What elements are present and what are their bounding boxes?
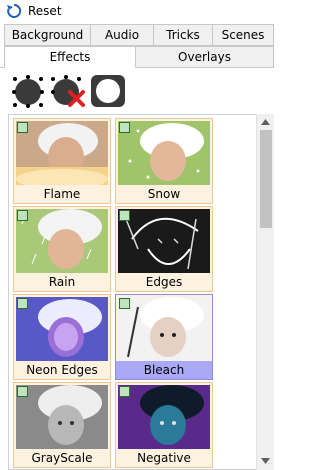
tab-background[interactable]: Background <box>4 24 91 46</box>
tab-effects[interactable]: Effects <box>4 46 136 68</box>
effect-toolbar <box>10 72 126 112</box>
effect-tile-neon-edges[interactable]: Neon Edges <box>13 294 111 380</box>
effect-tile-rain[interactable]: Rain <box>13 206 111 292</box>
effect-thumbnail-edges <box>118 209 210 273</box>
deselect-all-icon <box>51 75 85 107</box>
effect-label: Negative <box>116 449 212 467</box>
scrollbar-thumb[interactable] <box>260 130 272 228</box>
select-all-icon <box>12 75 44 108</box>
clear-button[interactable] <box>90 72 126 108</box>
effect-tile-snow[interactable]: Snow <box>115 118 213 204</box>
effect-label: Edges <box>116 273 212 291</box>
tab-audio[interactable]: Audio <box>90 24 154 46</box>
effect-checkbox[interactable] <box>17 210 28 221</box>
effect-label: GrayScale <box>14 449 110 467</box>
effect-thumbnail-flame <box>16 121 108 185</box>
effect-thumbnail-bleach <box>118 297 210 361</box>
effect-tile-grayscale[interactable]: GrayScale <box>13 382 111 468</box>
tab-effects-label: Effects <box>49 50 91 64</box>
effect-thumbnail-neon-edges <box>16 297 108 361</box>
chevron-down-icon <box>261 458 270 464</box>
tab-background-label: Background <box>11 28 84 42</box>
effect-label: Rain <box>14 273 110 291</box>
chevron-up-icon <box>261 119 270 125</box>
effect-thumbnail-snow <box>118 121 210 185</box>
effect-label: Bleach <box>116 361 212 379</box>
effect-tile-negative[interactable]: Negative <box>115 382 213 468</box>
select-all-button[interactable] <box>10 72 46 108</box>
effect-label: Snow <box>116 185 212 203</box>
effect-checkbox[interactable] <box>119 298 130 309</box>
effect-thumbnail-rain <box>16 209 108 273</box>
tab-overlays-label: Overlays <box>178 50 231 64</box>
effect-tile-bleach[interactable]: Bleach <box>115 294 213 380</box>
effect-checkbox[interactable] <box>17 298 28 309</box>
deselect-all-button[interactable] <box>50 72 86 108</box>
clear-icon <box>91 75 125 107</box>
tab-overlays[interactable]: Overlays <box>135 46 274 68</box>
effect-tile-edges[interactable]: Edges <box>115 206 213 292</box>
effect-checkbox[interactable] <box>17 122 28 133</box>
reset-button[interactable]: Reset <box>0 0 274 22</box>
effect-checkbox[interactable] <box>119 386 130 397</box>
tab-scenes[interactable]: Scenes <box>212 24 274 46</box>
effects-scrollbar[interactable] <box>256 114 274 470</box>
effect-label: Neon Edges <box>14 361 110 379</box>
effects-grid: Flame Snow Rain Edges Neon Edges Bleach … <box>8 114 274 470</box>
tab-tricks-label: Tricks <box>166 28 200 42</box>
effect-thumbnail-negative <box>118 385 210 449</box>
effect-label: Flame <box>14 185 110 203</box>
scroll-up-button[interactable] <box>257 114 274 130</box>
effect-tile-flame[interactable]: Flame <box>13 118 111 204</box>
tab-scenes-label: Scenes <box>221 28 265 42</box>
effect-checkbox[interactable] <box>119 122 130 133</box>
effect-checkbox[interactable] <box>17 386 28 397</box>
effect-thumbnail-grayscale <box>16 385 108 449</box>
tab-audio-label: Audio <box>104 28 140 42</box>
scroll-down-button[interactable] <box>257 453 274 469</box>
reset-label: Reset <box>28 4 62 18</box>
effect-checkbox[interactable] <box>119 210 130 221</box>
tab-tricks[interactable]: Tricks <box>153 24 213 46</box>
reset-arrow-icon <box>7 3 22 18</box>
